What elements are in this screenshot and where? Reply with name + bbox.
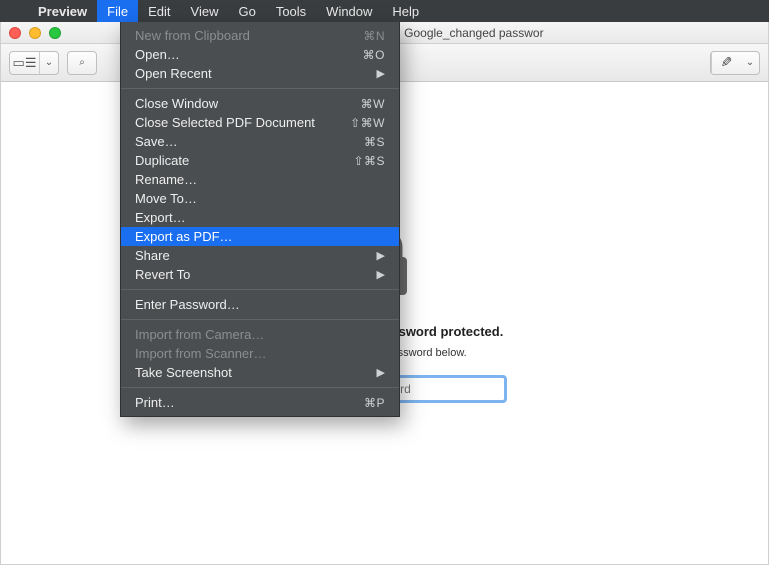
markup-toolbar-control[interactable]: ✎ ⌄ [710, 51, 760, 75]
file-menu-share[interactable]: Share ▶ [121, 246, 399, 265]
file-menu-new-from-clipboard: New from Clipboard ⌘N [121, 26, 399, 45]
app-name[interactable]: Preview [28, 4, 97, 19]
file-menu-export-as-pdf[interactable]: Export as PDF… [121, 227, 399, 246]
menu-shortcut: ⌘S [364, 135, 385, 149]
sidebar-icon[interactable]: ▭☰ [10, 52, 40, 74]
file-menu-open[interactable]: Open… ⌘O [121, 45, 399, 64]
menu-separator [121, 88, 399, 89]
menu-shortcut: ⇧⌘W [350, 116, 385, 130]
menu-item-label: Print… [135, 395, 175, 410]
menu-item-label: Move To… [135, 191, 197, 206]
menu-tools[interactable]: Tools [266, 0, 316, 22]
menu-item-label: Export… [135, 210, 186, 225]
menu-item-label: Revert To [135, 267, 190, 282]
menu-separator [121, 387, 399, 388]
menu-shortcut: ⌘N [363, 29, 385, 43]
file-menu-revert-to[interactable]: Revert To ▶ [121, 265, 399, 284]
magnifier-icon: ⌕ [68, 52, 96, 74]
file-menu-move-to[interactable]: Move To… [121, 189, 399, 208]
file-menu-dropdown: New from Clipboard ⌘N Open… ⌘O Open Recent ▶ C… [120, 22, 400, 417]
menu-separator [121, 289, 399, 290]
menu-shortcut: ⇧⌘S [353, 154, 385, 168]
menu-item-label: Import from Scanner… [135, 346, 267, 361]
file-menu-print[interactable]: Print… ⌘P [121, 393, 399, 412]
file-menu-close-selected-pdf-document[interactable]: Close Selected PDF Document ⇧⌘W [121, 113, 399, 132]
submenu-arrow-icon: ▶ [377, 366, 385, 379]
menu-item-label: Take Screenshot [135, 365, 232, 380]
menu-item-label: Close Selected PDF Document [135, 115, 315, 130]
sidebar-view-control[interactable]: ▭☰ ⌄ [9, 51, 59, 75]
menu-item-label: New from Clipboard [135, 28, 250, 43]
menu-item-label: Duplicate [135, 153, 189, 168]
menu-item-label: Open… [135, 47, 180, 62]
markup-chevron-icon[interactable]: ⌄ [741, 52, 759, 74]
sidebar-chevron-icon[interactable]: ⌄ [40, 52, 58, 74]
submenu-arrow-icon: ▶ [377, 249, 385, 262]
file-menu-enter-password[interactable]: Enter Password… [121, 295, 399, 314]
menu-item-label: Open Recent [135, 66, 212, 81]
file-menu-import-from-scanner: Import from Scanner… [121, 344, 399, 363]
menu-edit[interactable]: Edit [138, 0, 180, 22]
menu-item-label: Export as PDF… [135, 229, 233, 244]
menu-item-label: Share [135, 248, 170, 263]
file-menu-take-screenshot[interactable]: Take Screenshot ▶ [121, 363, 399, 382]
menu-item-label: Save… [135, 134, 178, 149]
menu-item-label: Enter Password… [135, 297, 240, 312]
menu-go[interactable]: Go [228, 0, 265, 22]
menu-shortcut: ⌘P [364, 396, 385, 410]
markup-icon[interactable]: ✎ [711, 52, 741, 74]
menu-separator [121, 319, 399, 320]
file-menu-open-recent[interactable]: Open Recent ▶ [121, 64, 399, 83]
file-menu-duplicate[interactable]: Duplicate ⇧⌘S [121, 151, 399, 170]
system-menubar: Preview FileEditViewGoToolsWindowHelp [0, 0, 769, 22]
menu-item-label: Import from Camera… [135, 327, 264, 342]
menu-view[interactable]: View [181, 0, 229, 22]
submenu-arrow-icon: ▶ [377, 268, 385, 281]
menu-shortcut: ⌘O [363, 48, 385, 62]
file-menu-rename[interactable]: Rename… [121, 170, 399, 189]
zoom-out-button[interactable]: ⌕ [67, 51, 97, 75]
file-menu-close-window[interactable]: Close Window ⌘W [121, 94, 399, 113]
file-menu-export[interactable]: Export… [121, 208, 399, 227]
file-menu-import-from-camera: Import from Camera… [121, 325, 399, 344]
menu-shortcut: ⌘W [361, 97, 385, 111]
menu-item-label: Close Window [135, 96, 218, 111]
menu-file[interactable]: File [97, 0, 138, 22]
menu-item-label: Rename… [135, 172, 197, 187]
file-menu-save[interactable]: Save… ⌘S [121, 132, 399, 151]
submenu-arrow-icon: ▶ [377, 67, 385, 80]
menu-window[interactable]: Window [316, 0, 382, 22]
menu-help[interactable]: Help [382, 0, 429, 22]
